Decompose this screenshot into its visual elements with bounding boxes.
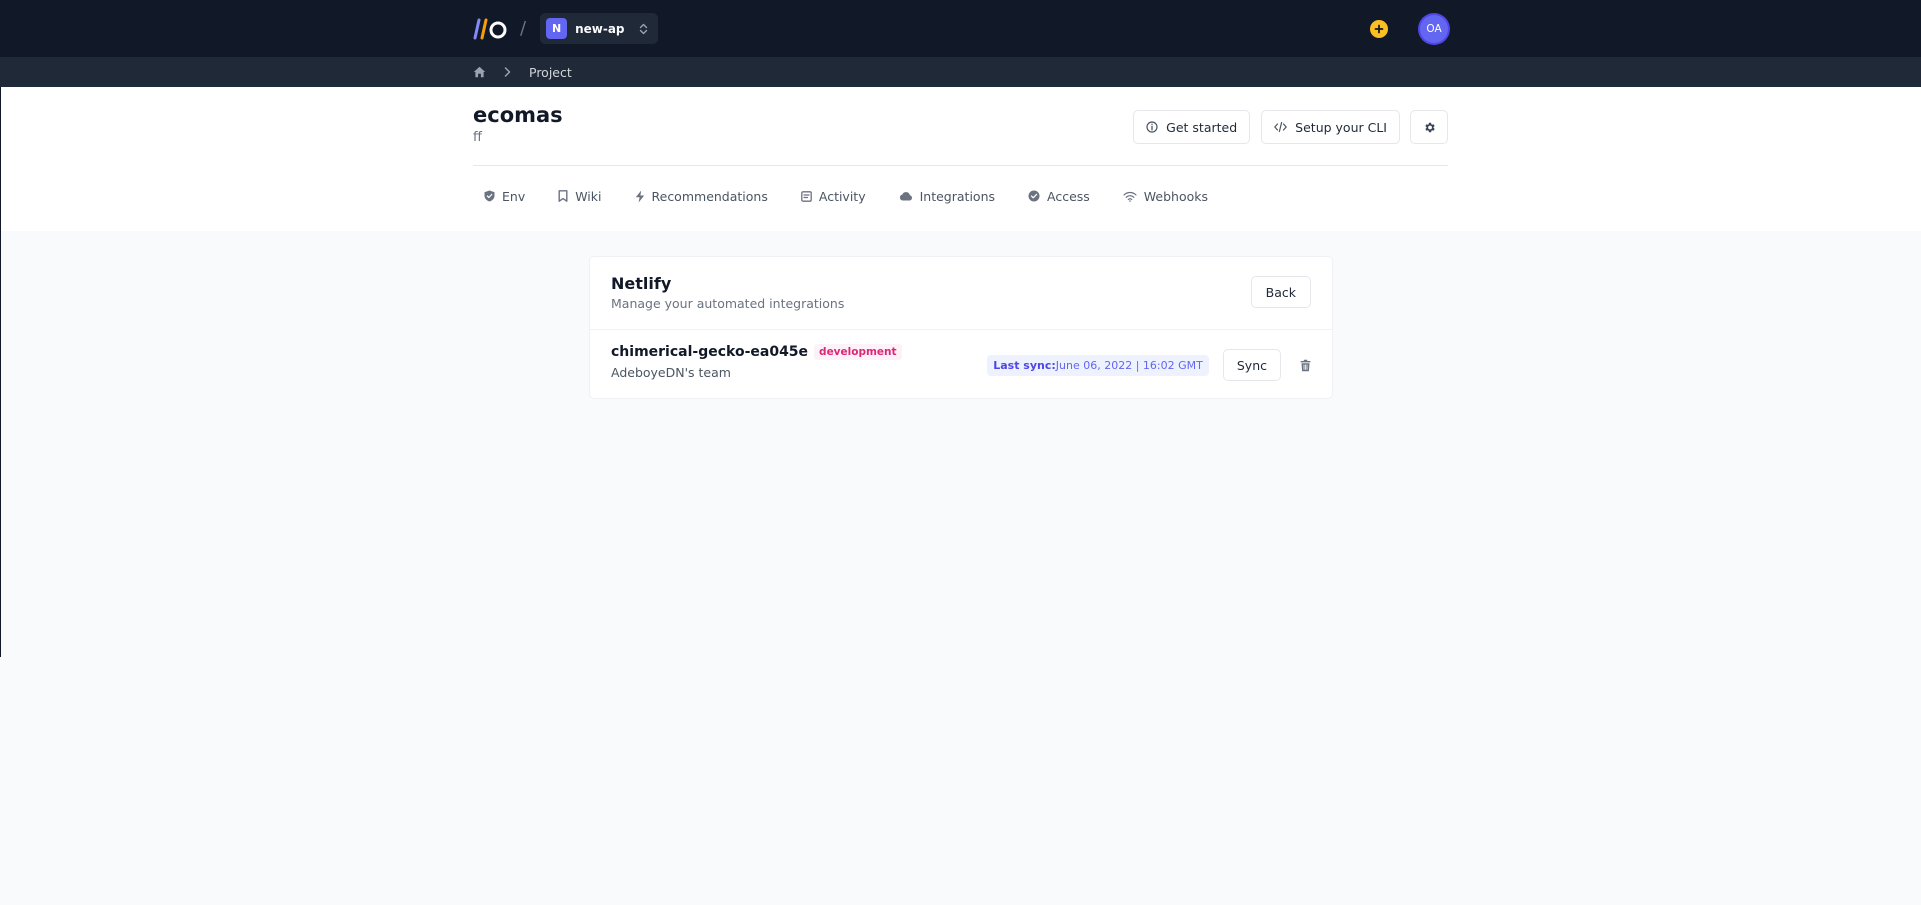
tab-integrations[interactable]: Integrations	[899, 189, 995, 204]
create-new-button[interactable]	[1370, 19, 1388, 38]
tab-wiki[interactable]: Wiki	[558, 188, 602, 204]
tab-label: Integrations	[919, 188, 995, 204]
chevron-up-down-icon	[639, 23, 648, 35]
tab-label: Wiki	[575, 188, 602, 204]
sync-button[interactable]: Sync	[1222, 349, 1281, 381]
setup-cli-label: Setup your CLI	[1295, 119, 1387, 135]
get-started-button[interactable]: Get started	[1133, 110, 1251, 144]
netlify-integration-card: Netlify Manage your automated integratio…	[589, 256, 1333, 399]
user-avatar[interactable]: OA	[1420, 14, 1448, 43]
list-item: chimerical-gecko-ea045e development Adeb…	[590, 330, 1332, 398]
team-name: AdeboyeDN's team	[611, 365, 731, 380]
gear-icon	[1424, 122, 1435, 132]
settings-button[interactable]	[1410, 110, 1448, 144]
setup-cli-button[interactable]: Setup your CLI	[1261, 110, 1400, 144]
environment-badge: development	[814, 344, 902, 360]
trash-icon	[1300, 359, 1311, 371]
feed-icon	[801, 190, 812, 202]
tab-webhooks[interactable]: Webhooks	[1123, 189, 1208, 204]
chevron-right-icon	[504, 67, 511, 77]
app-logo[interactable]	[473, 17, 507, 41]
project-switcher[interactable]: N new-ap	[540, 13, 658, 44]
tab-access[interactable]: Access	[1028, 189, 1090, 204]
home-icon[interactable]	[473, 66, 486, 78]
tab-label: Webhooks	[1143, 188, 1209, 204]
plus-icon	[1374, 24, 1384, 33]
cloud-icon	[899, 192, 912, 201]
shield-icon	[484, 190, 495, 202]
breadcrumb: Project	[0, 57, 1921, 87]
tab-label: Access	[1047, 188, 1090, 204]
page-subtitle: ff	[473, 130, 482, 146]
last-sync-value: June 06, 2022 | 16:02 GMT	[1055, 358, 1203, 372]
project-name: new-ap	[575, 21, 625, 36]
last-sync-label: Last sync:	[993, 358, 1056, 372]
last-sync-badge: Last sync:June 06, 2022 | 16:02 GMT	[987, 354, 1209, 376]
window-edge	[0, 87, 1, 657]
tab-activity[interactable]: Activity	[801, 189, 866, 204]
delete-button[interactable]	[1300, 359, 1311, 372]
wifi-icon	[1123, 191, 1137, 202]
lightning-icon	[635, 190, 644, 202]
separator-slash: /	[520, 18, 527, 39]
check-badge-icon	[1028, 190, 1040, 202]
card-title: Netlify	[611, 274, 672, 293]
tab-label: Env	[502, 188, 526, 204]
card-subtitle: Manage your automated integrations	[611, 296, 845, 311]
tab-label: Recommendations	[651, 188, 768, 204]
top-navbar: / N new-ap OA	[0, 0, 1921, 57]
tab-label: Activity	[818, 188, 866, 204]
project-header: ecomas ff Get started Setup your CLI Env…	[0, 87, 1921, 231]
project-avatar: N	[546, 18, 568, 39]
project-tabs: Env Wiki Recommendations Activity Integr…	[473, 166, 1448, 226]
bookmark-icon	[558, 190, 568, 202]
code-icon	[1274, 121, 1287, 133]
page-title: ecomas	[473, 103, 563, 127]
back-button[interactable]: Back	[1250, 276, 1311, 308]
get-started-label: Get started	[1166, 119, 1238, 135]
tab-recommendations[interactable]: Recommendations	[635, 189, 768, 204]
breadcrumb-current: Project	[529, 64, 572, 80]
tab-env[interactable]: Env	[484, 189, 525, 204]
site-name: chimerical-gecko-ea045e	[611, 344, 809, 360]
info-icon	[1146, 121, 1158, 133]
